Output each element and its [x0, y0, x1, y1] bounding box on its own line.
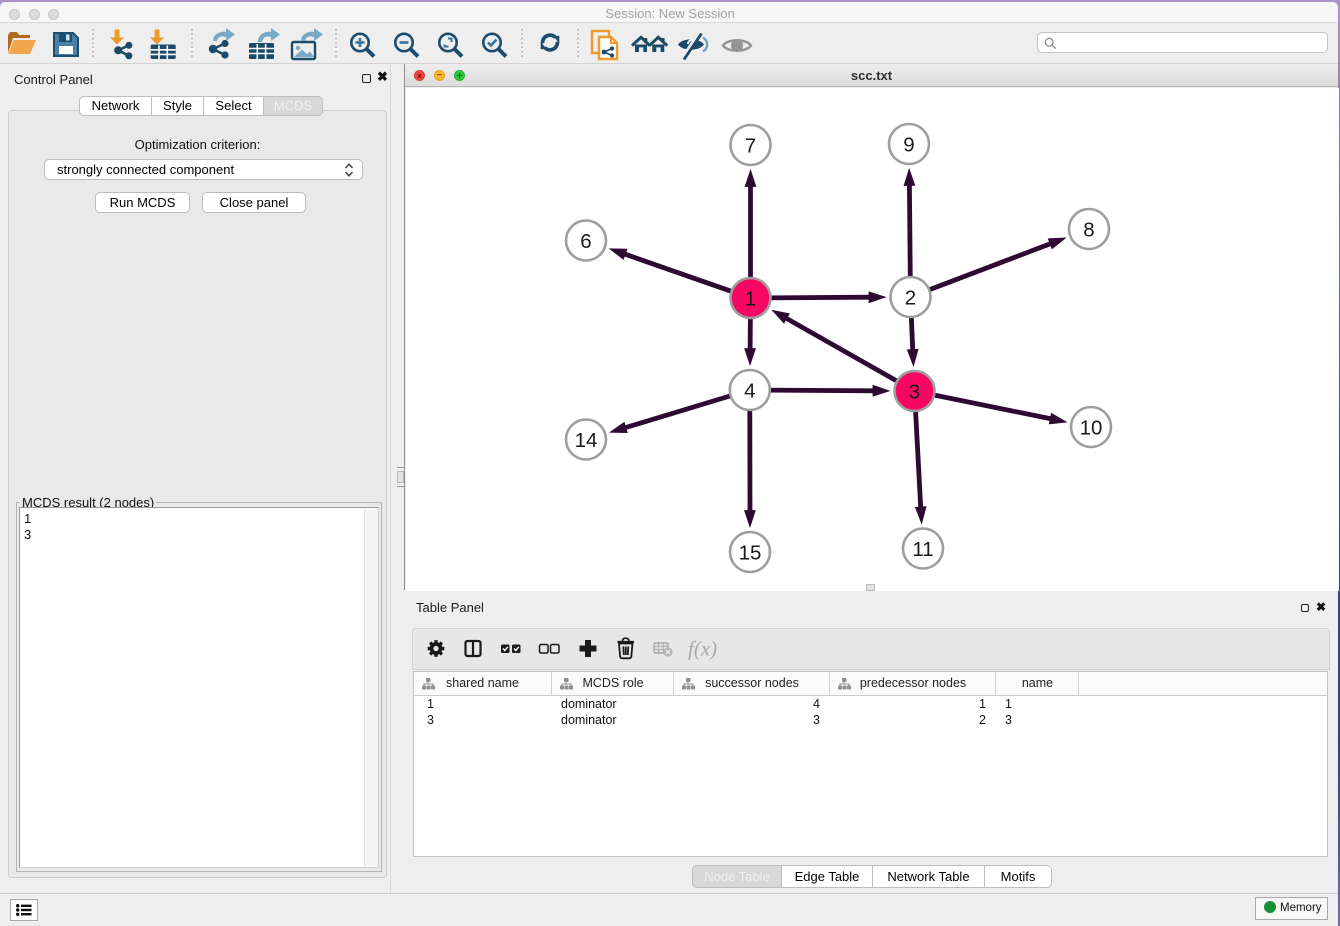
svg-text:f(x): f(x) [688, 637, 717, 661]
svg-text:15: 15 [739, 541, 762, 564]
svg-text:14: 14 [575, 429, 598, 452]
svg-text:1: 1 [745, 287, 756, 310]
svg-text:7: 7 [745, 134, 756, 157]
svg-text:10: 10 [1080, 416, 1103, 439]
svg-text:3: 3 [909, 380, 920, 403]
svg-text:2: 2 [905, 286, 916, 309]
svg-text:6: 6 [580, 230, 591, 253]
svg-text:4: 4 [744, 379, 755, 402]
svg-text:8: 8 [1083, 218, 1094, 241]
svg-text:9: 9 [903, 133, 914, 156]
svg-text:11: 11 [912, 538, 933, 561]
